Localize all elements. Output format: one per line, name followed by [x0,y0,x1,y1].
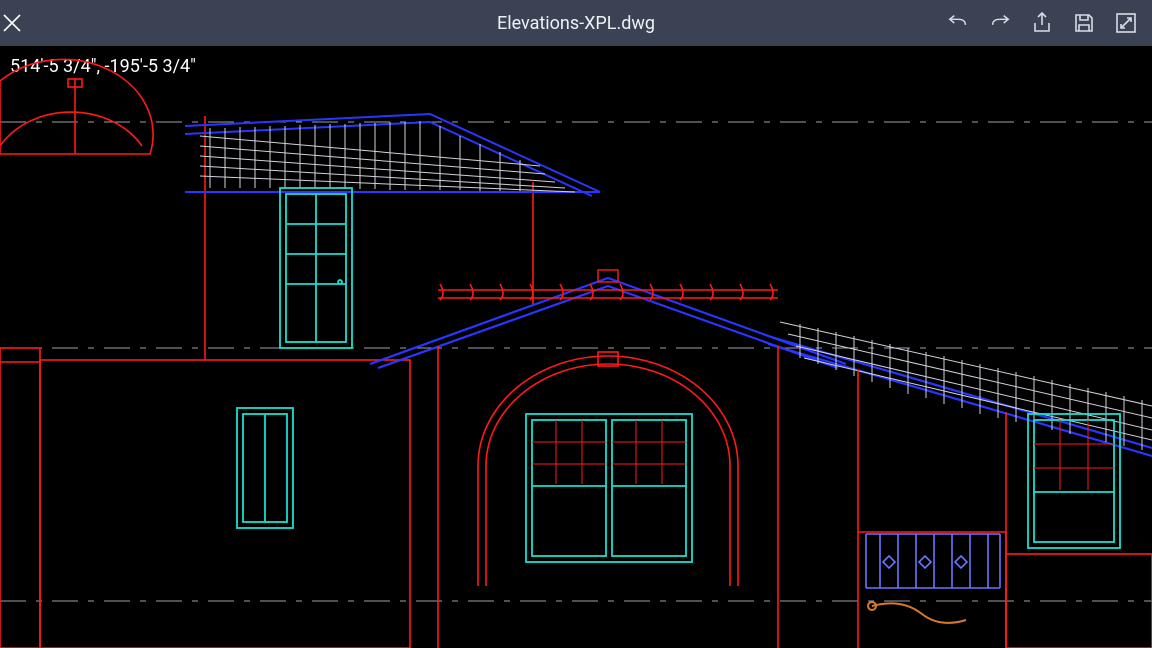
drawing-viewport[interactable]: 514'-5 3/4", -195'-5 3/4" [0,46,1152,648]
save-icon[interactable] [1072,11,1096,35]
fullscreen-icon[interactable] [1114,11,1138,35]
cad-drawing [0,46,1152,648]
redo-icon[interactable] [988,11,1012,35]
app-toolbar: Elevations-XPL.dwg [0,0,1152,46]
close-button[interactable] [0,11,24,35]
undo-icon[interactable] [946,11,970,35]
toolbar-actions [946,11,1152,35]
share-icon[interactable] [1030,11,1054,35]
